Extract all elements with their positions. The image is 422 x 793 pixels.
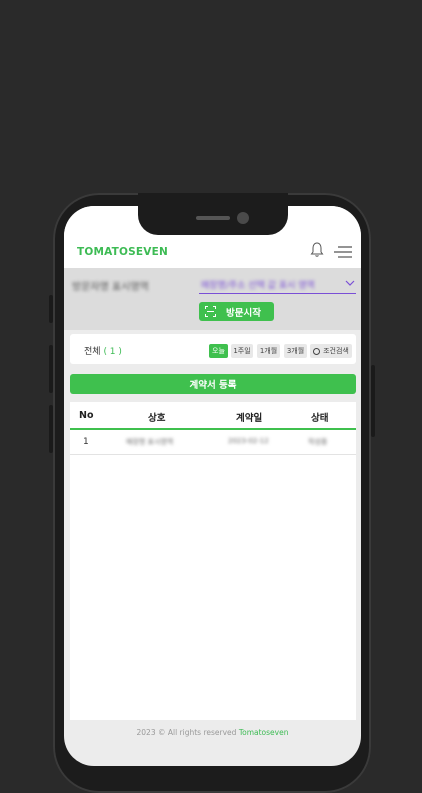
filter-card: 전체 ( 1 ) 오늘 1주일 1개월 3개월 조건검색 [70, 334, 356, 364]
footer: 2023 © All rights reserved Tomatoseven [64, 728, 361, 737]
chip-1month[interactable]: 1개월 [257, 344, 280, 358]
phone-side-button [49, 405, 53, 453]
column-header-no: No [79, 410, 94, 421]
footer-brand: Tomatoseven [238, 728, 289, 737]
store-select-value: 매장명/주소 선택 값 표시 영역 [201, 281, 315, 291]
visit-panel: 방문자명 표시영역 매장명/주소 선택 값 표시 영역 방문시작 [64, 268, 361, 330]
row-date: 2023-02-12 [228, 437, 269, 445]
store-select[interactable]: 매장명/주소 선택 값 표시 영역 [199, 276, 356, 294]
table-row[interactable]: 1 매장명 표시영역 2023-02-12 작성중 [70, 430, 356, 455]
brand-logo: TOMATOSEVEN [77, 246, 168, 258]
phone-notch [138, 193, 288, 235]
phone-side-button [371, 365, 375, 437]
total-count: ( 1 ) [103, 347, 122, 357]
phone-side-button [49, 345, 53, 393]
search-circle-icon [313, 347, 321, 355]
column-header-name: 상호 [148, 413, 166, 424]
phone-side-button [49, 295, 53, 323]
total-label-text: 전체 [84, 347, 101, 357]
table-header: No 상호 계약일 상태 [70, 402, 356, 430]
visit-start-button[interactable]: 방문시작 [199, 302, 274, 321]
chevron-down-icon [345, 280, 355, 286]
column-header-date: 계약일 [236, 413, 263, 424]
chip-search-label: 조건검색 [323, 347, 349, 355]
contract-register-button[interactable]: 계약서 등록 [70, 374, 356, 394]
footer-copyright: 2023 © All rights reserved [136, 728, 237, 737]
row-no: 1 [83, 437, 89, 447]
column-header-status: 상태 [311, 413, 329, 424]
total-label: 전체 ( 1 ) [84, 344, 122, 357]
contract-table: No 상호 계약일 상태 1 매장명 표시영역 2023-02-12 작성중 [70, 402, 356, 720]
hamburger-menu-icon[interactable] [334, 246, 352, 258]
visitor-name: 방문자명 표시영역 [72, 282, 149, 293]
front-camera [237, 212, 249, 224]
speaker-grille [196, 216, 230, 220]
chip-1week[interactable]: 1주일 [231, 344, 253, 358]
chip-today[interactable]: 오늘 [209, 344, 228, 358]
bell-icon[interactable] [310, 242, 324, 258]
app-screen: TOMATOSEVEN 방문자명 표시영역 매장명/주소 선택 값 표시 영역 … [64, 206, 361, 766]
row-name: 매장명 표시영역 [126, 438, 174, 446]
row-status: 작성중 [308, 438, 328, 446]
visit-start-label: 방문시작 [226, 307, 261, 319]
chip-condition-search[interactable]: 조건검색 [310, 344, 352, 358]
scan-icon [205, 306, 216, 317]
chip-3months[interactable]: 3개월 [284, 344, 307, 358]
